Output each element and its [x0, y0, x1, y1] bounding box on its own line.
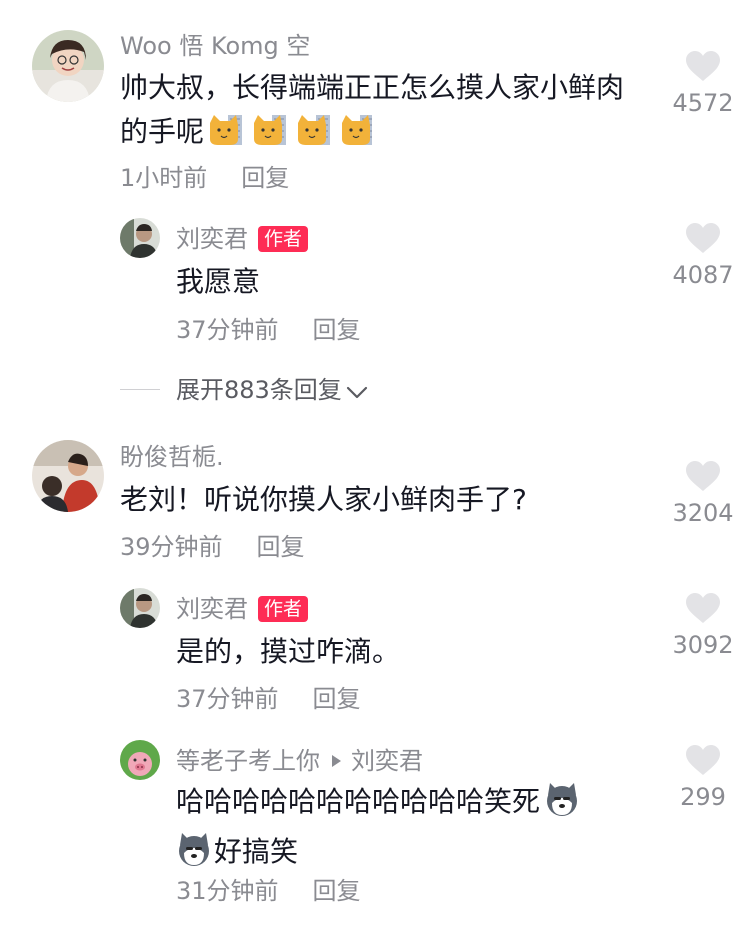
author-badge: 作者 — [258, 226, 309, 252]
comment-text-content: 好搞笑 — [214, 835, 299, 868]
like-count: 299 — [680, 783, 726, 811]
chevron-down-icon — [346, 386, 367, 399]
like-button[interactable]: 4087 — [658, 222, 748, 290]
comment-meta: 1小时前 回复 — [120, 163, 289, 193]
heart-icon — [686, 51, 720, 81]
avatar[interactable] — [120, 588, 160, 628]
comment-text: 我愿意 — [176, 265, 261, 298]
username-text: 等老子考上你 — [176, 747, 320, 775]
timestamp: 37分钟前 — [176, 685, 279, 713]
reply-to-username[interactable]: 刘奕君 — [351, 747, 423, 775]
comment-text-content: 哈哈哈哈哈哈哈哈哈哈哈笑死 — [176, 785, 541, 818]
comment-meta: 37分钟前 回复 — [176, 315, 361, 345]
divider — [120, 389, 160, 390]
reply-arrow-icon — [332, 755, 341, 767]
reply-button[interactable]: 回复 — [313, 316, 361, 344]
comment-meta: 39分钟前 回复 — [120, 532, 305, 562]
timestamp: 37分钟前 — [176, 316, 279, 344]
comment-meta: 31分钟前 回复 — [176, 876, 361, 906]
avatar[interactable] — [32, 440, 104, 512]
username[interactable]: Woo 悟 Komg 空 — [120, 31, 310, 61]
heart-icon — [686, 745, 720, 775]
like-button[interactable]: 3204 — [658, 460, 748, 528]
comment: 盼俊哲栀. 老刘！听说你摸人家小鲜肉手了? 39分钟前 回复 3204 刘奕君 作者… — [0, 420, 750, 932]
like-button[interactable]: 299 — [658, 744, 748, 812]
comment-text: 帅大叔，长得端端正正怎么摸人家小鲜肉的手呢 — [120, 66, 640, 160]
like-count: 3092 — [672, 631, 734, 659]
avatar[interactable] — [120, 218, 160, 258]
timestamp: 39分钟前 — [120, 533, 223, 561]
comment-text: 是的，摸过咋滴。 — [176, 635, 401, 668]
like-count: 4087 — [672, 261, 734, 289]
author-badge: 作者 — [258, 596, 309, 622]
reply-button[interactable]: 回复 — [313, 877, 361, 905]
username-text: 刘奕君 — [176, 225, 248, 253]
username[interactable]: 盼俊哲栀. — [120, 442, 224, 472]
avatar[interactable] — [120, 740, 160, 780]
username[interactable]: 刘奕君 作者 — [176, 224, 309, 254]
like-count: 3204 — [672, 499, 734, 527]
reply-button[interactable]: 回复 — [313, 685, 361, 713]
comment-text-line: 哈哈哈哈哈哈哈哈哈哈哈笑死 — [176, 780, 656, 830]
expand-replies-button[interactable]: 展开883条回复 — [120, 370, 368, 404]
comment: Woo 悟 Komg 空 帅大叔，长得端端正正怎么摸人家小鲜肉的手呢 1小时前回… — [0, 0, 750, 360]
comment-text: 哈哈哈哈哈哈哈哈哈哈哈笑死 好搞笑 — [176, 780, 656, 880]
heart-icon — [686, 461, 720, 491]
husky-emoji-icon — [176, 831, 212, 880]
expand-replies-label: 展开883条回复 — [176, 376, 342, 404]
comment-text-line: 好搞笑 — [176, 830, 656, 880]
reply-button[interactable]: 回复 — [241, 164, 289, 192]
heart-icon — [686, 223, 720, 253]
cat-emoji-icon — [208, 113, 375, 160]
comment-meta: 37分钟前 回复 — [176, 684, 361, 714]
avatar[interactable] — [32, 30, 104, 102]
comment-text: 老刘！听说你摸人家小鲜肉手了? — [120, 483, 527, 516]
like-button[interactable]: 4572 — [658, 50, 748, 118]
username-text: 刘奕君 — [176, 595, 248, 623]
like-count: 4572 — [672, 89, 734, 117]
husky-emoji-icon — [544, 781, 580, 830]
username[interactable]: 等老子考上你 刘奕君 — [176, 746, 423, 776]
username[interactable]: 刘奕君 作者 — [176, 594, 309, 624]
like-button[interactable]: 3092 — [658, 592, 748, 660]
timestamp: 1小时前 — [120, 164, 208, 192]
heart-icon — [686, 593, 720, 623]
reply-button[interactable]: 回复 — [257, 533, 305, 561]
timestamp: 31分钟前 — [176, 877, 279, 905]
